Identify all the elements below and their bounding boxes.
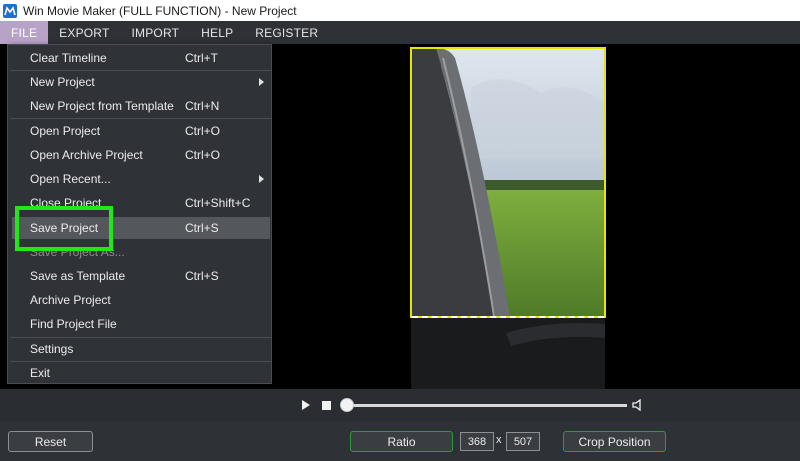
menu-file[interactable]: FILE xyxy=(0,21,49,44)
app-logo-icon xyxy=(3,3,17,18)
menu-item-new-project[interactable]: New Project xyxy=(12,71,270,93)
menu-item-archive-project[interactable]: Archive Project xyxy=(12,289,270,311)
dimension-separator: x xyxy=(496,434,502,446)
menu-item-clear-timeline[interactable]: Clear Timeline Ctrl+T xyxy=(12,47,270,69)
menu-bar: FILE EXPORT IMPORT HELP REGISTER xyxy=(0,21,800,44)
reset-button[interactable]: Reset xyxy=(8,431,93,452)
ratio-button[interactable]: Ratio xyxy=(350,431,453,452)
menu-item-new-project-from-template[interactable]: New Project from Template Ctrl+N xyxy=(12,95,270,117)
menu-item-open-recent[interactable]: Open Recent... xyxy=(12,168,270,190)
title-bar: Win Movie Maker (FULL FUNCTION) - New Pr… xyxy=(0,0,800,21)
menu-help[interactable]: HELP xyxy=(190,21,244,44)
menu-separator xyxy=(10,118,271,119)
menu-register[interactable]: REGISTER xyxy=(244,21,329,44)
menu-export[interactable]: EXPORT xyxy=(48,21,120,44)
menu-item-open-project[interactable]: Open Project Ctrl+O xyxy=(12,120,270,142)
crop-height-field[interactable]: 507 xyxy=(506,432,540,451)
crop-position-button[interactable]: Crop Position xyxy=(563,431,666,452)
crop-width-field[interactable]: 368 xyxy=(460,432,494,451)
menu-item-save-as-template[interactable]: Save as Template Ctrl+S xyxy=(12,265,270,287)
stop-icon[interactable] xyxy=(322,401,331,410)
play-icon[interactable] xyxy=(302,400,310,410)
menu-item-settings[interactable]: Settings xyxy=(12,338,270,360)
menu-item-open-archive-project[interactable]: Open Archive Project Ctrl+O xyxy=(12,144,270,166)
window-title: Win Movie Maker (FULL FUNCTION) - New Pr… xyxy=(23,3,297,18)
highlight-annotation-box xyxy=(15,206,113,251)
crop-frame-bottom-edge[interactable] xyxy=(412,316,604,318)
submenu-arrow-icon xyxy=(259,78,264,86)
menu-import[interactable]: IMPORT xyxy=(120,21,190,44)
crop-frame[interactable] xyxy=(410,47,606,318)
seek-slider[interactable] xyxy=(347,404,627,407)
menu-item-find-project-file[interactable]: Find Project File xyxy=(12,313,270,335)
menu-item-exit[interactable]: Exit xyxy=(12,362,270,384)
seek-slider-handle[interactable] xyxy=(340,398,354,412)
submenu-arrow-icon xyxy=(259,175,264,183)
volume-icon[interactable] xyxy=(632,398,644,412)
